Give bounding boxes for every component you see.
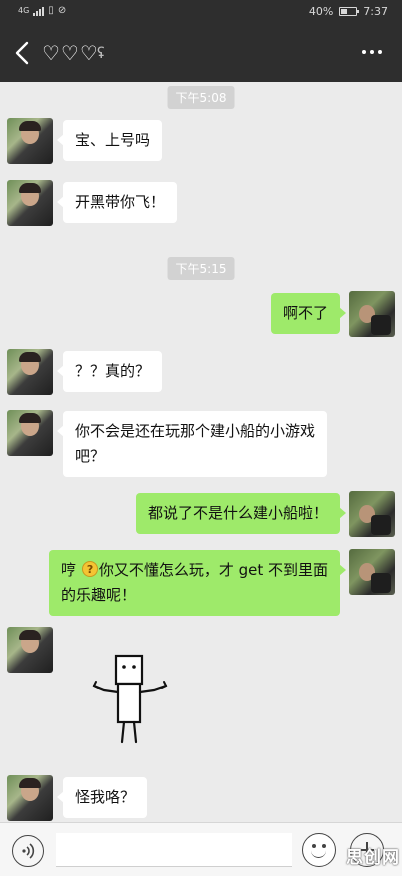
- chat-title: ♡♡♡: [42, 41, 99, 65]
- message-bubble[interactable]: 你不会是还在玩那个建小船的小游戏 吧？: [56, 411, 328, 477]
- status-bar: 4G ▯ ⊘ 40% 7:37: [0, 0, 402, 24]
- confused-face-icon: [81, 557, 98, 582]
- message-bubble[interactable]: 都说了不是什么建小船啦！: [135, 493, 347, 534]
- ear-icon: ʢ: [97, 44, 105, 62]
- avatar[interactable]: [349, 491, 395, 537]
- battery-percent: 40%: [308, 5, 334, 18]
- voice-icon[interactable]: [12, 835, 44, 867]
- timestamp: 下午5:15: [167, 257, 235, 280]
- input-bar: [0, 822, 402, 876]
- emoji-smile-icon[interactable]: [302, 833, 336, 867]
- watermark: 思创网: [346, 848, 400, 868]
- message-line: 哼 你又不懂怎么玩，才 get 不到里面: [61, 557, 328, 583]
- message-bubble[interactable]: 宝、上号吗: [56, 120, 163, 161]
- avatar[interactable]: [7, 775, 53, 821]
- vibrate-icon: ▯: [48, 5, 54, 16]
- message-line: 的乐趣呢！: [61, 586, 137, 604]
- message-bubble[interactable]: ？？真的？: [56, 351, 163, 392]
- signal-icon: [33, 6, 45, 16]
- avatar[interactable]: [349, 549, 395, 595]
- avatar[interactable]: [7, 627, 53, 673]
- avatar[interactable]: [349, 291, 395, 337]
- avatar[interactable]: [7, 118, 53, 164]
- message-bubble[interactable]: 啊不了: [270, 293, 347, 334]
- message-line: 你不会是还在玩那个建小船的小游戏: [75, 422, 316, 440]
- more-dots-icon[interactable]: [362, 50, 382, 54]
- network-label: 4G: [18, 6, 30, 15]
- message-line: 吧？: [75, 447, 106, 465]
- sync-icon: ⊘: [57, 5, 67, 16]
- chat-header: ♡♡♡ ʢ: [0, 24, 402, 82]
- chevron-left-icon[interactable]: [12, 40, 36, 66]
- avatar[interactable]: [7, 410, 53, 456]
- message-bubble[interactable]: 哼 你又不懂怎么玩，才 get 不到里面 的乐趣呢！: [49, 550, 346, 616]
- avatar[interactable]: [7, 180, 53, 226]
- shrug-sticker-image[interactable]: [88, 650, 178, 746]
- clock: 7:37: [363, 5, 388, 18]
- message-bubble[interactable]: 怪我咯？: [56, 777, 148, 818]
- timestamp: 下午5:08: [167, 86, 235, 109]
- message-input[interactable]: [56, 833, 292, 867]
- avatar[interactable]: [7, 349, 53, 395]
- message-bubble[interactable]: 开黑带你飞！: [56, 182, 178, 223]
- battery-icon: [339, 7, 360, 16]
